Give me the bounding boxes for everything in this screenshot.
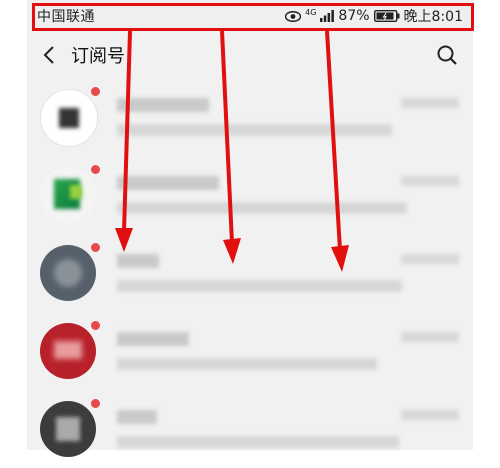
annotation-arrows xyxy=(115,30,349,272)
